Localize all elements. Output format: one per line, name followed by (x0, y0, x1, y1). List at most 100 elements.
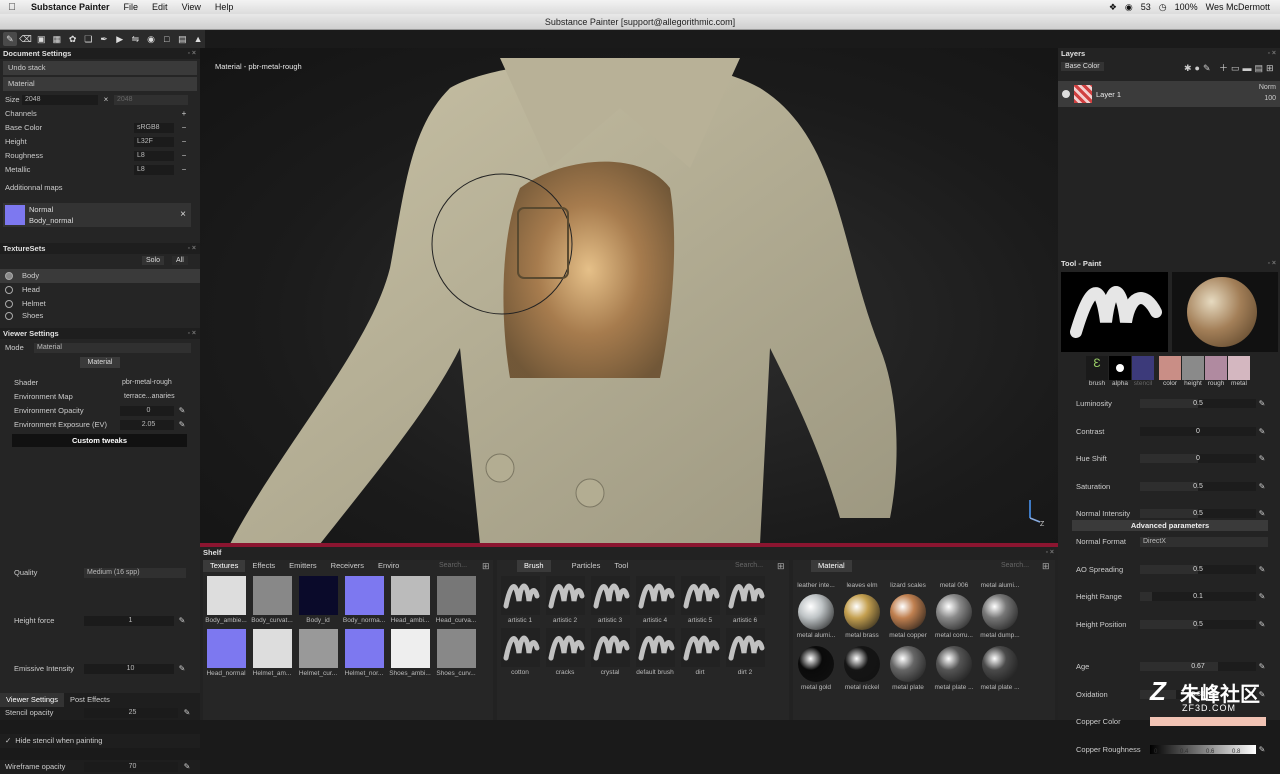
search-input[interactable]: Search... (735, 562, 763, 569)
material-sphere[interactable] (982, 646, 1018, 682)
paint-brush-icon[interactable]: ✎ (3, 32, 17, 46)
notification-badge[interactable]: 53 (1141, 2, 1151, 12)
undo-stack-bar[interactable]: Undo stack (3, 61, 197, 75)
add-channel-icon[interactable]: + (180, 110, 188, 118)
tab-particles[interactable]: Particles (565, 560, 608, 572)
panel-controls-icon[interactable]: ▫ × (187, 48, 196, 59)
brush-thumbnail[interactable] (591, 576, 630, 615)
radio-icon[interactable] (5, 272, 13, 280)
remove-channel-icon[interactable]: − (180, 152, 188, 160)
edit-icon[interactable]: ✎ (1258, 620, 1266, 629)
radio-icon[interactable] (5, 300, 13, 308)
menu-app-name[interactable]: Substance Painter (24, 2, 117, 12)
stencil-slot-icon[interactable] (1132, 356, 1154, 380)
edit-icon[interactable]: ✎ (1258, 427, 1266, 436)
tab-viewer-settings[interactable]: Viewer Settings (0, 693, 64, 707)
env-map-value[interactable]: terrace...anaries (124, 390, 175, 404)
channel-format-select[interactable]: sRGB8 (134, 123, 174, 133)
texture-set-item[interactable]: Body (0, 269, 200, 283)
quality-select[interactable]: Medium (16 spp) (84, 568, 186, 578)
param-slider[interactable]: 0.67 (1140, 662, 1256, 671)
visibility-icon[interactable] (1062, 90, 1070, 98)
edit-icon[interactable]: ✎ (178, 665, 186, 673)
tab-textures[interactable]: Textures (203, 560, 246, 572)
param-slider[interactable]: 0 (1140, 426, 1256, 436)
channel-format-select[interactable]: L32F (134, 137, 174, 147)
edit-icon[interactable]: ✎ (178, 407, 186, 415)
brush-thumbnail[interactable] (636, 576, 675, 615)
brush-thumbnail[interactable] (681, 576, 720, 615)
clock-icon[interactable]: ◷ (1159, 2, 1167, 13)
texture-thumbnail[interactable] (391, 629, 430, 668)
layer-name[interactable]: Layer 1 (1096, 90, 1121, 99)
edit-icon[interactable]: ✎ (183, 709, 191, 717)
grid-view-icon[interactable]: ⊞ (1042, 561, 1050, 572)
solo-button[interactable]: Solo (142, 256, 165, 265)
grid-view-icon[interactable]: ⊞ (777, 561, 785, 572)
edit-icon[interactable]: ✎ (1258, 400, 1266, 408)
param-slider[interactable]: 0.5 (1140, 564, 1256, 574)
alpha-slot-icon[interactable] (1109, 356, 1131, 380)
brush-thumbnail[interactable] (501, 628, 540, 667)
material-sphere[interactable] (798, 646, 834, 682)
texture-thumbnail[interactable] (253, 629, 292, 668)
material-sphere[interactable] (890, 594, 926, 630)
mirror-icon[interactable]: ▶ (113, 32, 127, 46)
param-slider[interactable]: 0.5 (1140, 509, 1256, 518)
menu-file[interactable]: File (117, 2, 146, 12)
remove-channel-icon[interactable]: − (180, 166, 188, 174)
texture-thumbnail[interactable] (253, 576, 292, 615)
edit-icon[interactable]: ✎ (1258, 510, 1266, 518)
battery-status[interactable]: 100% (1175, 2, 1198, 12)
brush-thumbnail[interactable] (591, 628, 630, 667)
camera-icon[interactable]: ◉ (144, 32, 158, 46)
panel-controls-icon[interactable]: ▫ × (1045, 547, 1054, 558)
edit-icon[interactable]: ✎ (1258, 746, 1266, 754)
3d-viewport[interactable]: Z (200, 48, 1058, 544)
tab-receivers[interactable]: Receivers (324, 560, 371, 572)
texture-thumbnail[interactable] (299, 629, 338, 668)
channel-format-select[interactable]: L8 (134, 165, 174, 175)
material-sphere[interactable] (844, 646, 880, 682)
texture-thumbnail[interactable] (207, 629, 246, 668)
layer-row[interactable]: Layer 1 Norm 100 (1058, 81, 1280, 107)
material-sphere[interactable] (982, 594, 1018, 630)
smudge-icon[interactable]: ✿ (66, 32, 80, 46)
height-force-input[interactable]: 1 (84, 616, 174, 626)
material-sphere[interactable] (890, 646, 926, 682)
brush-thumbnail[interactable] (681, 628, 720, 667)
brush-thumbnail[interactable] (726, 628, 765, 667)
param-slider[interactable]: 0 (1140, 454, 1256, 463)
menu-view[interactable]: View (175, 2, 208, 12)
panel-controls-icon[interactable]: ▫ × (1267, 258, 1276, 269)
height-slot-icon[interactable] (1182, 356, 1204, 380)
param-slider[interactable]: 0.5 (1140, 481, 1256, 491)
search-input[interactable]: Search... (439, 562, 467, 569)
brush-slot-icon[interactable]: Ɛ (1086, 356, 1108, 380)
remove-channel-icon[interactable]: − (180, 138, 188, 146)
texture-thumbnail[interactable] (437, 629, 476, 668)
wifi-status-icon[interactable]: ◉ (1125, 2, 1133, 13)
menu-help[interactable]: Help (208, 2, 241, 12)
additional-map-slot[interactable]: Normal Body_normal × (3, 203, 191, 227)
radio-icon[interactable] (5, 286, 13, 294)
layer-blend-mode[interactable]: Norm (1259, 84, 1276, 91)
symmetry-icon[interactable]: ⇋ (129, 32, 143, 46)
brush-thumbnail[interactable] (636, 628, 675, 667)
copper-roughness-gradient[interactable]: 0 0.4 0.6 0.8 (1150, 745, 1256, 755)
eraser-icon[interactable]: ⌫ (19, 32, 33, 46)
search-input[interactable]: Search... (1001, 562, 1029, 569)
param-slider[interactable]: 0.5 (1140, 619, 1256, 629)
edit-icon[interactable]: ✎ (1258, 565, 1266, 574)
material-sphere[interactable] (936, 646, 972, 682)
texture-thumbnail[interactable] (345, 629, 384, 668)
screenshot-icon[interactable]: □ (160, 32, 174, 46)
param-slider[interactable]: 0.1 (1140, 592, 1256, 601)
edit-icon[interactable]: ✎ (1258, 663, 1266, 671)
layer-opacity[interactable]: 100 (1264, 95, 1276, 102)
tab-brush[interactable]: Brush (517, 560, 551, 572)
brush-thumbnail[interactable] (546, 576, 585, 615)
panel-controls-icon[interactable]: ▫ × (1267, 48, 1276, 59)
edit-icon[interactable]: ✎ (1258, 593, 1266, 601)
texture-thumbnail[interactable] (391, 576, 430, 615)
